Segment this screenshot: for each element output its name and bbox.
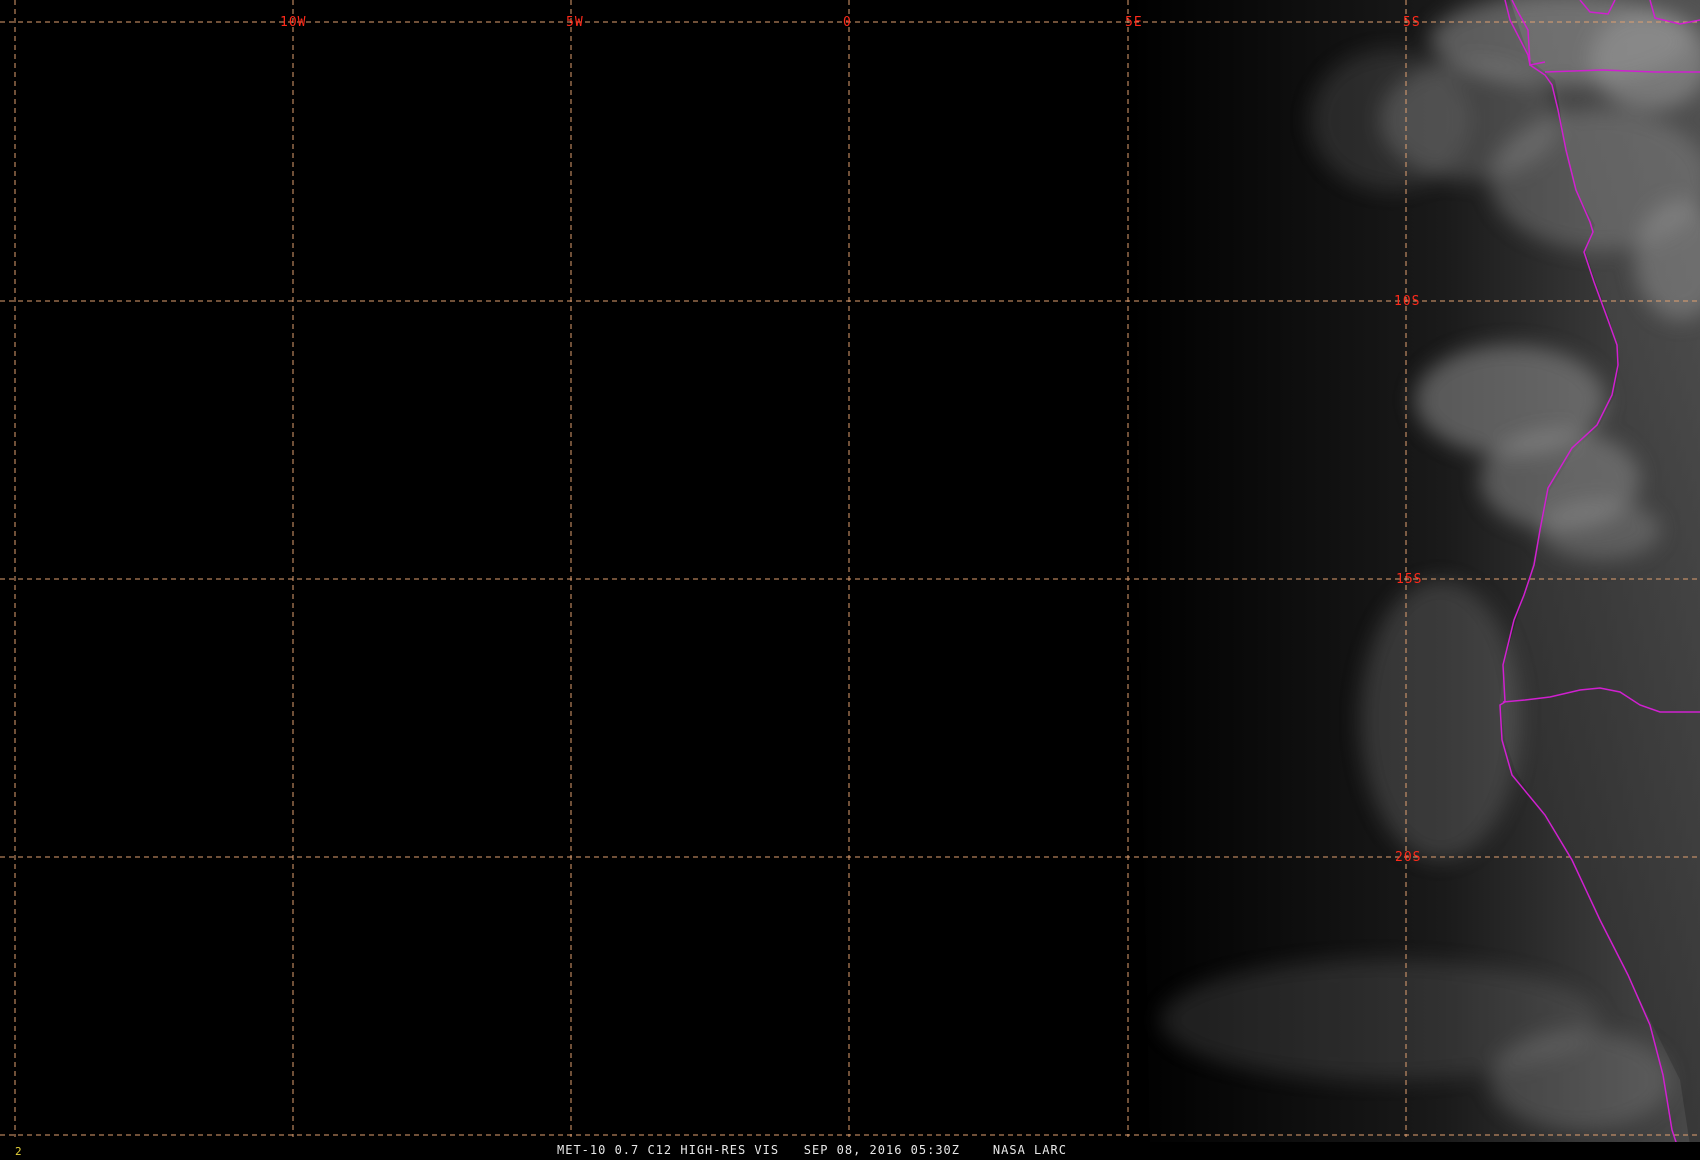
lon-label: 0 [843,15,852,30]
lat-label: 15S [1396,572,1422,587]
image-caption: MET-10 0.7 C12 HIGH-RES VIS SEP 08, 2016… [557,1143,1067,1157]
satellite-image-viewer[interactable]: 10W 5W 0 5E 5S 10S 15S 20S 2 MET-10 0.7 … [0,0,1700,1160]
lon-label: 5W [566,15,584,30]
lat-label: 20S [1395,850,1421,865]
lat-label: 5S [1403,15,1421,30]
lon-label: 10W [280,15,306,30]
satellite-map: 10W 5W 0 5E 5S 10S 15S 20S [0,0,1700,1146]
lon-label: 5E [1125,15,1143,30]
frame-number: 2 [15,1145,22,1158]
lat-label: 10S [1394,294,1420,309]
